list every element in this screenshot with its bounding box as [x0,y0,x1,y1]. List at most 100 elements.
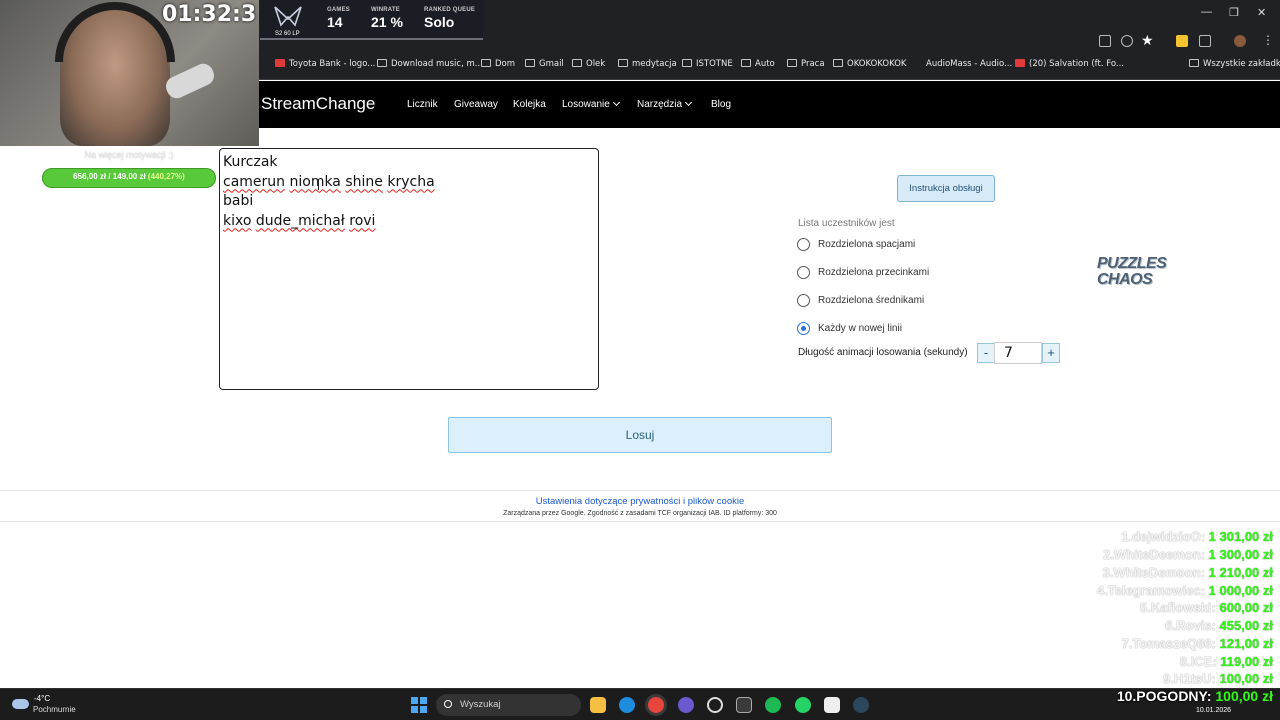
file-explorer-icon[interactable] [590,697,606,713]
menu-dots-icon[interactable]: ⋮ [1262,33,1274,47]
nav-narzedzia[interactable]: Narzędzia [637,98,693,110]
site-header: StreamChange Licznik Giveaway Kolejka Lo… [259,81,1280,128]
leaderboard-entry: 2.WhiteDeemon: 1 300,00 zł [1103,547,1273,562]
bookmark-item[interactable]: AudioMass - Audio... [926,59,1012,69]
instructions-button[interactable]: Instrukcja obsługi [897,175,995,202]
taskbar-date: 10.01.2026 [1196,707,1232,714]
donation-goal-bar: 656,00 zł / 149,00 zł (440,27%) [42,168,216,188]
restore-icon[interactable]: ❐ [1229,6,1239,19]
participant-line: rovi [349,212,376,229]
leaderboard-entry: 3.WhiteDemoon: 1 210,00 zł [1102,565,1273,580]
folder-icon [682,59,692,67]
all-bookmarks-folder[interactable]: Wszystkie zakładki [1189,59,1280,69]
folder-icon [572,59,582,67]
search-icon [444,700,452,708]
leaderboard-entry: 9.H1tsU: 100,00 zł [1163,671,1273,686]
weather-condition: Pochmurnie [33,705,76,714]
games-label: GAMES [327,7,351,13]
participants-textarea[interactable]: Kurczak camerun niomka shine krycha babi… [219,148,599,390]
draw-button[interactable]: Losuj [448,417,832,453]
games-value: 14 [327,14,343,30]
participant-line: dude_michał [255,212,345,229]
queue-label: RANKED QUEUE [424,7,476,13]
radio-button-selected[interactable] [797,322,810,335]
bookmark-folder[interactable]: Olek [572,59,605,69]
rank-emblem-icon [274,6,302,27]
bookmark-item[interactable]: Download music, m... [377,59,483,69]
bookmark-item[interactable]: (20) Salvation (ft. Fo... [1015,59,1124,69]
screen: — ❐ ✕ ★ ⋮ Toyota Bank - logo... Download… [0,0,1280,720]
bookmark-folder[interactable]: medytacja [618,59,677,69]
bookmark-item[interactable]: Gmail [525,59,564,69]
duration-decrement-button[interactable]: - [977,343,995,363]
whatsapp-icon[interactable] [795,697,811,713]
ranked-stats-overlay: S2 60 LP GAMES 14 WINRATE 21 % RANKED QU… [260,0,483,40]
radio-button[interactable] [797,294,810,307]
start-button[interactable] [411,697,427,713]
leaderboard-entry: 8.ICE: 119,00 zł [1179,654,1273,669]
nav-giveaway[interactable]: Giveaway [454,99,498,110]
youtube-icon [1015,59,1025,67]
nav-kolejka[interactable]: Kolejka [513,99,546,110]
chevron-down-icon [612,98,620,107]
extension-icon[interactable] [1176,35,1188,47]
nav-losowanie[interactable]: Losowanie [562,98,620,110]
tracking-icon[interactable] [1121,35,1133,47]
minimize-icon[interactable]: — [1201,6,1212,18]
animation-duration-label: Długość animacji losowania (sekundy) [798,347,968,358]
profile-avatar[interactable] [1234,35,1246,47]
divider [0,521,1280,522]
nav-blog[interactable]: Blog [711,99,731,110]
participant-line: camerun [223,173,286,190]
leaderboard-entry: 5.Kaflowski: 600,00 zł [1140,600,1273,615]
site-logo[interactable]: StreamChange [261,94,375,114]
leaderboard-entry: 1.dejwidzioO: 1 301,00 zł [1121,529,1273,544]
duration-input[interactable]: 7 [994,342,1042,364]
queue-value: Solo [424,14,455,30]
favicon-icon [377,59,387,67]
leaderboard-entry: 7.TomaszeQ86: 121,00 zł [1121,636,1273,651]
weather-temperature: -4°C [34,694,51,703]
bookmark-star-icon[interactable]: ★ [1141,32,1154,49]
taskbar-search[interactable]: Wyszukaj [436,694,581,716]
edge-icon[interactable] [619,697,635,713]
app-icon[interactable] [736,697,752,713]
nav-licznik[interactable]: Licznik [407,99,438,110]
text-cursor-icon [318,179,321,190]
favicon-icon [275,59,285,67]
partner-logo: PUZZLES CHAOS [1097,255,1167,288]
duration-increment-button[interactable]: + [1042,343,1060,363]
taskbar: -4°C Pochmurnie Wyszukaj 10.01.2026 [0,688,1280,720]
radio-button[interactable] [797,266,810,279]
bookmark-item[interactable]: Toyota Bank - logo... [275,59,375,69]
participant-line: Kurczak [223,154,278,170]
bookmark-folder[interactable]: Auto [741,59,775,69]
bookmark-folder[interactable]: Dom [481,59,515,69]
obs-icon[interactable] [707,697,723,713]
privacy-settings-link[interactable]: Ustawienia dotyczące prywatności i plikó… [0,496,1280,507]
stream-timer: 01:32:3 [162,2,257,27]
leaderboard-entry: 10.POGODNY: 100,00 zł [1116,688,1273,704]
folder-icon [833,59,843,67]
participant-line: shine [345,173,383,190]
close-icon[interactable]: ✕ [1257,6,1266,19]
list-format-label: Lista uczestników jest [798,218,895,229]
install-app-icon[interactable] [1099,35,1111,47]
leaderboard-entry: 6.Rovis: 455,00 zł [1165,618,1273,633]
notes-icon[interactable] [824,697,840,713]
steam-icon[interactable] [853,697,869,713]
participant-line: niomka [289,173,341,190]
spotify-icon[interactable] [765,697,781,713]
headset-shape [55,2,175,62]
chrome-icon[interactable] [648,697,664,713]
participant-line: kixo [223,212,252,229]
bookmark-folder[interactable]: Praca [787,59,825,69]
winrate-value: 21 % [371,14,403,30]
privacy-note: Zarządzana przez Google. Zgodność z zasa… [503,510,777,517]
folder-icon [618,59,628,67]
discord-icon[interactable] [678,697,694,713]
bookmark-folder[interactable]: ISTOTNE [682,59,733,69]
bookmark-folder[interactable]: OKOKOKOKOK [833,59,906,69]
extensions-puzzle-icon[interactable] [1199,35,1211,47]
radio-button[interactable] [797,238,810,251]
